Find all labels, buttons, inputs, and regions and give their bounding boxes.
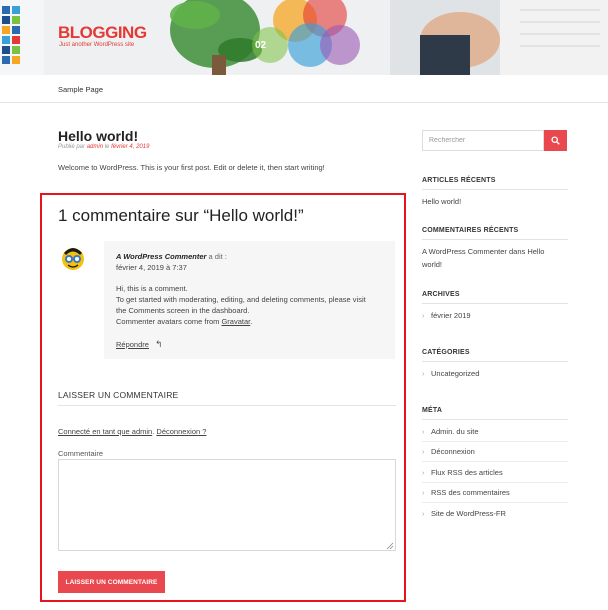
comment-date-link[interactable]: février 4, 2019 à 7:37 [116,263,187,272]
leave-comment-divider [58,405,396,406]
post-author-link[interactable]: admin [87,144,103,150]
bullet-icon: › [422,447,425,456]
widget-title-categories: CATÉGORIES [422,349,470,356]
meta-item-logout[interactable]: › Déconnexion [422,447,568,456]
comment-textarea[interactable] [58,459,396,551]
recent-comment-line[interactable]: world! [422,258,568,271]
logout-link[interactable]: Déconnexion ? [156,427,206,436]
list-separator [422,502,568,503]
resize-grip-icon[interactable] [386,542,394,550]
widget-title-archives: ARCHIVES [422,291,460,298]
header-banner: 02 BLOGGING Just another WordPress site [0,0,608,75]
submit-comment-button[interactable]: LAISSER UN COMMENTAIRE [58,571,165,593]
meta-item-wordpress-fr[interactable]: › Site de WordPress-FR [422,509,568,518]
bullet-icon: › [422,468,425,477]
recent-comment-line[interactable]: A WordPress Commenter dans Hello [422,245,568,258]
meta-item-comments-rss[interactable]: › RSS des commentaires [422,488,568,497]
logged-in-admin-link[interactable]: Connecté en tant que admin [58,427,152,436]
svg-text:02: 02 [255,40,267,51]
category-item[interactable]: › Uncategorized [422,369,568,378]
bullet-icon: › [422,311,425,320]
logged-in-as: Connecté en tant que admin. Déconnexion … [58,427,207,436]
comment-text-line: Hi, this is a comment. [116,284,188,293]
comment-author-name: A WordPress Commenter [116,252,207,261]
post-date-link[interactable]: février 4, 2019 [111,144,149,150]
search-button[interactable] [544,130,567,151]
post-title[interactable]: Hello world! [58,128,138,144]
post-meta-prefix: Publié par [58,144,86,150]
site-tagline: Just another WordPress site [59,42,135,48]
comment-text-line: the Comments screen in the dashboard. [116,306,250,315]
comment-label: Commentaire [58,449,104,458]
meta-item-entries-rss[interactable]: › Flux RSS des articles [422,468,568,477]
leave-comment-title: LAISSER UN COMMENTAIRE [58,390,179,400]
widget-divider [422,189,568,190]
widget-title-meta: MÉTA [422,407,443,414]
comment-author: A WordPress Commenter a dit : [116,252,227,261]
recent-post-link[interactable]: Hello world! [422,195,568,208]
search-icon [551,136,560,145]
list-separator [422,461,568,462]
list-separator [422,482,568,483]
widget-title-recent-posts: ARTICLES RÉCENTS [422,177,496,184]
widget-title-recent-comments: COMMENTAIRES RÉCENTS [422,227,519,234]
comment-text-avatars: Commenter avatars come from [116,317,220,326]
reply-arrow-icon[interactable]: ↰ [155,339,163,350]
comment-text-line: Commenter avatars come from Gravatar. [116,317,253,326]
reply-link[interactable]: Répondre [116,340,149,349]
main-navigation: Sample Page [0,75,608,103]
widget-divider [422,239,568,240]
site-title[interactable]: BLOGGING [58,23,147,43]
bullet-icon: › [422,488,425,497]
archive-item[interactable]: › février 2019 [422,311,568,320]
comment-says: a dit : [208,252,227,261]
post-content: Welcome to WordPress. This is your first… [58,163,325,172]
search-input[interactable] [422,130,544,151]
bullet-icon: › [422,427,425,436]
gravatar-link[interactable]: Gravatar [221,317,250,326]
widget-divider [422,361,568,362]
comments-title: 1 commentaire sur “Hello world!” [58,206,304,225]
nav-item-sample-page[interactable]: Sample Page [58,85,103,94]
comment-text-line: To get started with moderating, editing,… [116,295,366,304]
post-meta-mid: le [104,144,110,150]
widget-divider [422,303,568,304]
commenter-avatar-icon [62,248,84,270]
post-meta: Publié par admin le février 4, 2019 [58,144,149,150]
list-separator [422,441,568,442]
widget-divider [422,419,568,420]
bullet-icon: › [422,509,425,518]
bullet-icon: › [422,369,425,378]
meta-item-admin[interactable]: › Admin. du site [422,427,568,436]
